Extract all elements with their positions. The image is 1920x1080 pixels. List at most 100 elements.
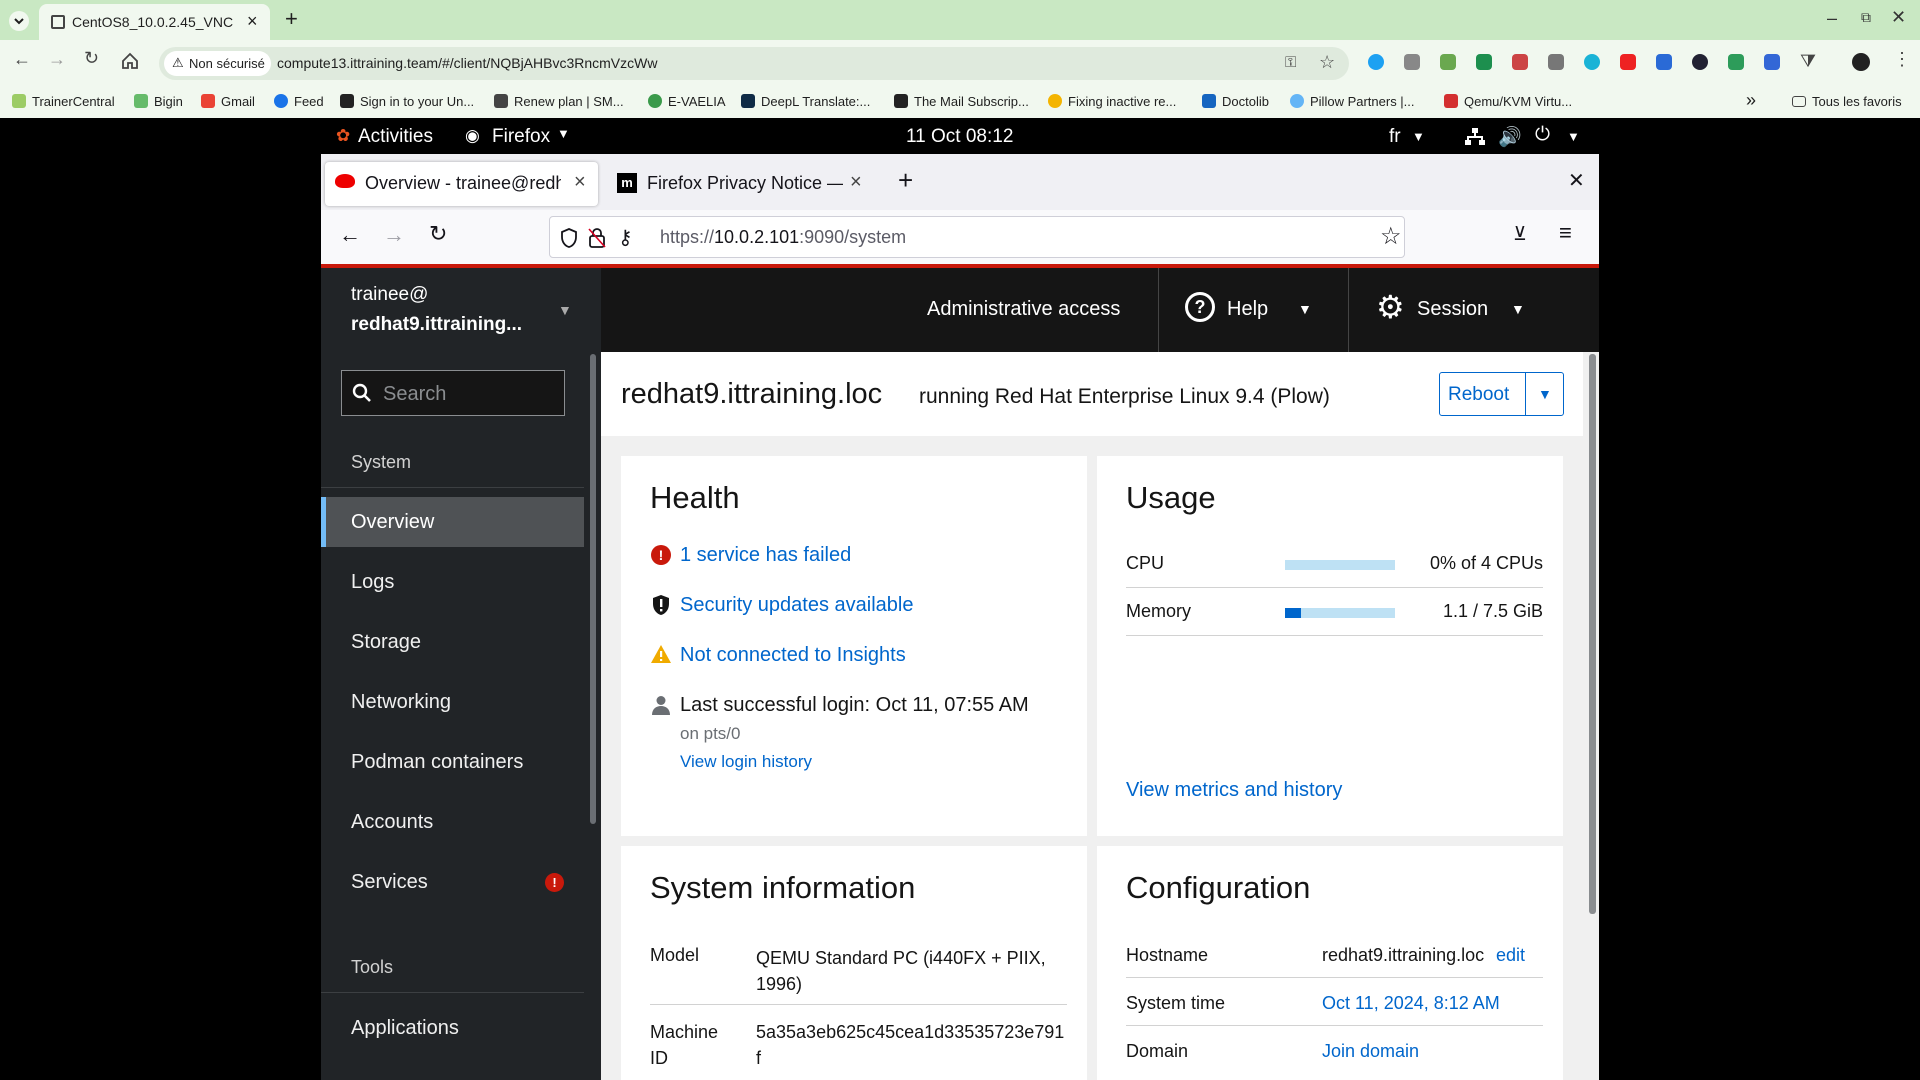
- back-icon[interactable]: ←: [339, 222, 361, 248]
- url-rest: :9090/system: [799, 227, 907, 247]
- main-scrollbar[interactable]: [1589, 354, 1596, 914]
- divider: [1126, 1025, 1543, 1026]
- new-tab-icon[interactable]: +: [898, 165, 913, 196]
- bookmark-item[interactable]: DeepL Translate:...: [741, 92, 870, 110]
- notion-extension-icon[interactable]: [1476, 54, 1492, 70]
- reload-icon[interactable]: ↻: [429, 221, 447, 247]
- nav-networking[interactable]: Networking: [321, 677, 584, 727]
- firefox-tab-active[interactable]: Overview - trainee@redha ×: [325, 162, 598, 206]
- new-tab-icon[interactable]: +: [285, 6, 298, 32]
- key-icon[interactable]: ⚷: [618, 225, 633, 250]
- hostname-edit-link[interactable]: edit: [1496, 945, 1525, 966]
- nav-services[interactable]: Services !: [321, 857, 584, 907]
- nav-logs[interactable]: Logs: [321, 557, 584, 607]
- password-key-icon[interactable]: ⚿: [1285, 54, 1296, 71]
- pocket-icon[interactable]: ⊻: [1513, 223, 1527, 246]
- bookmark-item[interactable]: Gmail: [201, 92, 255, 110]
- nav-podman-containers[interactable]: Podman containers: [321, 737, 584, 787]
- nav-accounts[interactable]: Accounts: [321, 797, 584, 847]
- nav-storage[interactable]: Storage: [321, 617, 584, 667]
- bookmark-item[interactable]: Renew plan | SM...: [494, 92, 624, 110]
- search-input[interactable]: Search: [341, 370, 565, 416]
- link-extension-icon[interactable]: [1548, 54, 1564, 70]
- bookmark-item[interactable]: Feed: [274, 92, 324, 110]
- bookmark-item[interactable]: Qemu/KVM Virtu...: [1444, 92, 1572, 110]
- page-favicon-icon: [51, 15, 65, 29]
- host-tab-active[interactable]: CentOS8_10.0.2.45_VNC ×: [39, 4, 270, 40]
- bookmark-item[interactable]: Doctolib: [1202, 92, 1269, 110]
- activities-button[interactable]: Activities: [358, 126, 433, 148]
- login-history-link[interactable]: View login history: [680, 752, 812, 772]
- nav-applications[interactable]: Applications: [321, 1003, 584, 1053]
- firefox-tab[interactable]: m Firefox Privacy Notice — N ×: [607, 162, 873, 206]
- bookmark-label: Qemu/KVM Virtu...: [1464, 93, 1573, 109]
- failed-service-link[interactable]: 1 service has failed: [680, 544, 851, 567]
- reload-icon[interactable]: ↻: [84, 48, 99, 69]
- firefox-url-bar[interactable]: ⚷ https://10.0.2.101:9090/system ☆: [549, 216, 1405, 258]
- security-updates-link[interactable]: Security updates available: [680, 594, 913, 617]
- join-domain-link[interactable]: Join domain: [1322, 1041, 1419, 1062]
- bookmark-item[interactable]: Fixing inactive re...: [1048, 92, 1176, 110]
- chrome-menu-icon[interactable]: ⋮: [1893, 49, 1911, 70]
- sidebar-scrollbar[interactable]: [590, 354, 596, 824]
- window-close-icon[interactable]: ✕: [1891, 7, 1906, 28]
- forward-icon[interactable]: →: [383, 222, 405, 248]
- system-time-link[interactable]: Oct 11, 2024, 8:12 AM: [1322, 993, 1500, 1014]
- extensions-puzzle-icon[interactable]: ⧩: [1800, 51, 1816, 72]
- bookmark-item[interactable]: Pillow Partners |...: [1290, 92, 1415, 110]
- extension-icon[interactable]: [1584, 54, 1600, 70]
- minimize-icon[interactable]: –: [1827, 8, 1837, 29]
- restore-icon[interactable]: ⧉: [1861, 9, 1871, 26]
- skype-extension-icon[interactable]: [1368, 54, 1384, 70]
- reboot-options-toggle[interactable]: ▼: [1525, 372, 1564, 416]
- bookmark-star-icon[interactable]: ☆: [1319, 52, 1335, 73]
- extension-icon[interactable]: [1512, 54, 1528, 70]
- tab-close-icon[interactable]: ×: [574, 171, 586, 194]
- extension-icon[interactable]: [1728, 54, 1744, 70]
- bookmark-item[interactable]: TrainerCentral: [12, 92, 115, 110]
- window-close-icon[interactable]: ✕: [1568, 168, 1585, 193]
- session-menu[interactable]: ⚙ Session ▼: [1348, 268, 1566, 352]
- all-bookmarks[interactable]: Tous les favoris: [1792, 92, 1902, 110]
- bookmark-item[interactable]: Sign in to your Un...: [340, 92, 474, 110]
- extension-icon[interactable]: [1692, 54, 1708, 70]
- translate-extension-icon[interactable]: [1764, 54, 1780, 70]
- bookmark-label: Bigin: [154, 93, 183, 109]
- host-switcher[interactable]: trainee@ redhat9.ittraining... ▼: [321, 268, 601, 352]
- hamburger-menu-icon[interactable]: ≡: [1559, 220, 1572, 246]
- profile-avatar[interactable]: [1852, 53, 1870, 71]
- back-icon[interactable]: ←: [13, 49, 31, 70]
- nav-overview[interactable]: Overview: [321, 497, 584, 547]
- reboot-button[interactable]: Reboot: [1439, 372, 1526, 416]
- forward-icon[interactable]: →: [48, 49, 66, 70]
- app-menu[interactable]: Firefox: [492, 126, 550, 148]
- bookmark-item[interactable]: The Mail Subscrip...: [894, 92, 1029, 110]
- host-tab-close-icon[interactable]: ×: [247, 11, 258, 32]
- volume-icon[interactable]: 🔊: [1498, 125, 1522, 149]
- clock[interactable]: 11 Oct 08:12: [906, 126, 1013, 148]
- page-title: redhat9.ittraining.loc: [621, 378, 883, 410]
- home-icon[interactable]: [121, 52, 139, 70]
- metrics-history-link[interactable]: View metrics and history: [1126, 779, 1342, 802]
- bookmark-item[interactable]: Bigin: [134, 92, 183, 110]
- network-icon[interactable]: [1465, 128, 1485, 146]
- security-chip[interactable]: ⚠ Non sécurisé: [164, 51, 271, 76]
- tab-close-icon[interactable]: ×: [850, 171, 862, 194]
- insights-link[interactable]: Not connected to Insights: [680, 644, 906, 667]
- extension-icon[interactable]: [1440, 54, 1456, 70]
- extension-icon[interactable]: [1656, 54, 1672, 70]
- bookmark-label: Sign in to your Un...: [360, 93, 475, 109]
- more-bookmarks-icon[interactable]: »: [1746, 90, 1756, 111]
- extension-icon[interactable]: [1404, 54, 1420, 70]
- host-address-bar[interactable]: ⚠ Non sécurisé compute13.ittraining.team…: [159, 47, 1349, 80]
- language-indicator[interactable]: fr: [1389, 126, 1401, 148]
- extension-icon[interactable]: [1620, 54, 1636, 70]
- lock-icon[interactable]: [588, 228, 606, 248]
- administrative-access-button[interactable]: Administrative access: [927, 298, 1120, 321]
- tab-search-icon[interactable]: [8, 10, 30, 32]
- shield-icon[interactable]: [560, 228, 578, 248]
- bookmark-item[interactable]: E-VAELIA: [648, 92, 726, 110]
- help-menu[interactable]: ? Help ▼: [1158, 268, 1348, 352]
- power-icon[interactable]: ⏻: [1535, 124, 1550, 146]
- bookmark-star-icon[interactable]: ☆: [1380, 222, 1402, 251]
